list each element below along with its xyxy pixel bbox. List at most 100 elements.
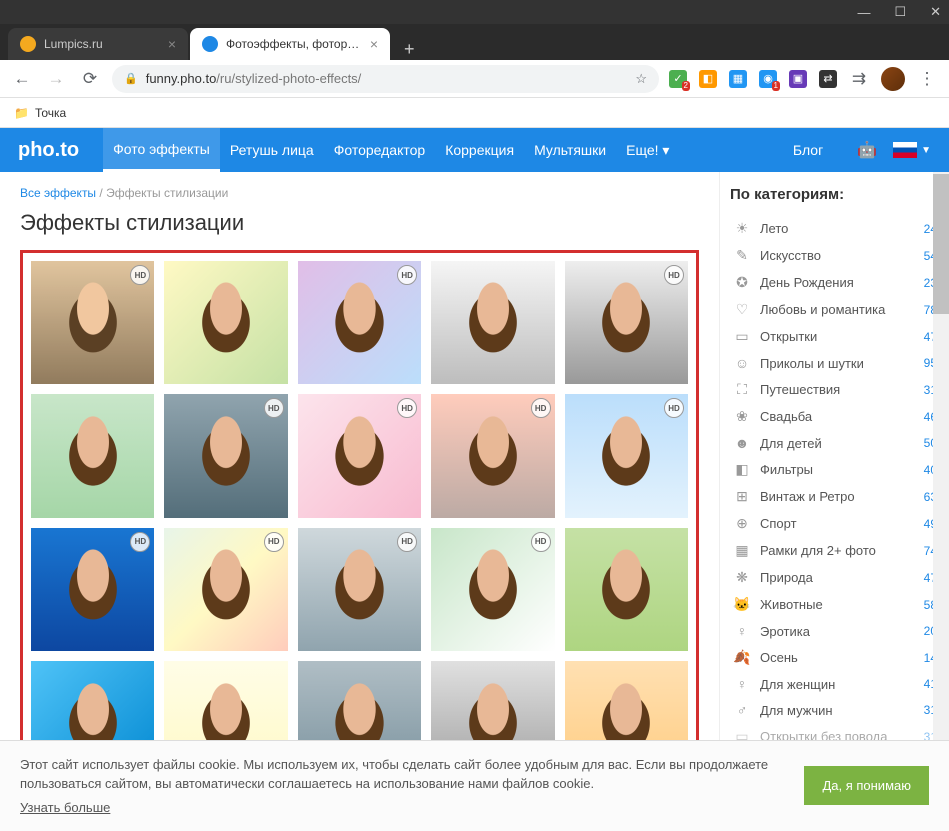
- nav-blog[interactable]: Блог: [783, 128, 833, 172]
- nav-more[interactable]: Еще! ▾: [616, 128, 679, 172]
- category-name: Для женщин: [760, 677, 924, 692]
- category-item[interactable]: ❋Природа47: [730, 564, 939, 591]
- menu-icon[interactable]: ⋮: [915, 69, 939, 89]
- category-item[interactable]: ☻Для детей50: [730, 430, 939, 456]
- category-item[interactable]: ✎Искусство54: [730, 242, 939, 269]
- effect-thumb-9[interactable]: HD: [565, 394, 688, 517]
- category-item[interactable]: ✪День Рождения23: [730, 269, 939, 296]
- minimize-button[interactable]: —: [857, 5, 870, 20]
- category-item[interactable]: ♀Эротика20: [730, 618, 939, 644]
- category-icon: ⛶: [732, 381, 752, 398]
- category-item[interactable]: ⊕Спорт49: [730, 510, 939, 537]
- nav-retouch[interactable]: Ретушь лица: [220, 128, 324, 172]
- category-item[interactable]: ❀Свадьба46: [730, 403, 939, 430]
- maximize-button[interactable]: ☐: [894, 4, 906, 20]
- effect-thumb-18[interactable]: [431, 661, 554, 741]
- extension-icon-0[interactable]: ✓2: [669, 70, 687, 88]
- effect-thumb-14[interactable]: [565, 528, 688, 651]
- url-path: /ru/stylized-photo-effects/: [216, 71, 361, 86]
- language-flag[interactable]: [893, 142, 917, 158]
- effects-gallery: HDHDHDHDHDHDHDHDHDHDHD: [20, 250, 699, 741]
- cookie-accept-button[interactable]: Да, я понимаю: [804, 766, 929, 805]
- category-item[interactable]: ♡Любовь и романтика78: [730, 296, 939, 323]
- category-name: Эротика: [760, 624, 924, 639]
- tab-close-icon[interactable]: ×: [370, 36, 378, 52]
- category-item[interactable]: ♀Для женщин41: [730, 671, 939, 697]
- effect-thumb-11[interactable]: HD: [164, 528, 287, 651]
- extension-icon-2[interactable]: ▦: [729, 70, 747, 88]
- effect-thumb-12[interactable]: HD: [298, 528, 421, 651]
- effect-thumb-17[interactable]: [298, 661, 421, 741]
- extension-icon-3[interactable]: ◉1: [759, 70, 777, 88]
- effect-thumb-4[interactable]: HD: [565, 261, 688, 384]
- category-item[interactable]: ▦Рамки для 2+ фото74: [730, 537, 939, 564]
- category-item[interactable]: ▭Открытки без повода31: [730, 723, 939, 741]
- nav-editor[interactable]: Фоторедактор: [324, 128, 436, 172]
- effect-thumb-1[interactable]: [164, 261, 287, 384]
- lock-icon: 🔒: [124, 72, 138, 85]
- vertical-scrollbar[interactable]: [933, 172, 949, 741]
- effect-thumb-8[interactable]: HD: [431, 394, 554, 517]
- new-tab-button[interactable]: +: [392, 39, 427, 60]
- effect-thumb-3[interactable]: [431, 261, 554, 384]
- category-icon: ⊞: [732, 488, 752, 505]
- hd-badge: HD: [264, 532, 284, 552]
- nav-correction[interactable]: Коррекция: [435, 128, 524, 172]
- settings-icon[interactable]: ⇉: [847, 69, 871, 89]
- site-logo[interactable]: pho.to: [18, 139, 79, 162]
- folder-icon: 📁: [14, 106, 29, 120]
- category-item[interactable]: ☺Приколы и шутки95: [730, 350, 939, 376]
- category-item[interactable]: 🐱Животные58: [730, 591, 939, 618]
- category-item[interactable]: ☀Лето24: [730, 215, 939, 242]
- cookie-text: Этот сайт использует файлы cookie. Мы ис…: [20, 757, 768, 792]
- effect-thumb-19[interactable]: [565, 661, 688, 741]
- extension-icon-5[interactable]: ⇄: [819, 70, 837, 88]
- breadcrumb-all-effects[interactable]: Все эффекты: [20, 186, 96, 200]
- extension-icon-1[interactable]: ◧: [699, 70, 717, 88]
- bookmark-star-icon[interactable]: ☆: [635, 71, 647, 87]
- scroll-thumb[interactable]: [933, 174, 949, 314]
- category-item[interactable]: ◧Фильтры40: [730, 456, 939, 483]
- forward-button[interactable]: →: [44, 69, 68, 89]
- tab-close-icon[interactable]: ×: [168, 36, 176, 52]
- extension-icon-4[interactable]: ▣: [789, 70, 807, 88]
- address-bar[interactable]: 🔒 funny.pho.to /ru/stylized-photo-effect…: [112, 65, 659, 93]
- browser-toolbar: ← → ⟳ 🔒 funny.pho.to /ru/stylized-photo-…: [0, 60, 949, 98]
- category-item[interactable]: ⛶Путешествия31: [730, 376, 939, 403]
- sidebar-title: По категориям:: [730, 186, 939, 203]
- effect-thumb-6[interactable]: HD: [164, 394, 287, 517]
- bookmark-item[interactable]: Точка: [35, 106, 66, 120]
- cookie-learn-more[interactable]: Узнать больше: [20, 798, 110, 818]
- effect-thumb-15[interactable]: [31, 661, 154, 741]
- categories-sidebar: По категориям: ☀Лето24✎Искусство54✪День …: [719, 172, 949, 741]
- effect-thumb-0[interactable]: HD: [31, 261, 154, 384]
- browser-tab-photo[interactable]: Фотоэффекты, фоторамки и фи ×: [190, 28, 390, 60]
- category-name: Приколы и шутки: [760, 356, 924, 371]
- effect-thumb-2[interactable]: HD: [298, 261, 421, 384]
- category-item[interactable]: 🍂Осень14: [730, 644, 939, 671]
- chevron-down-icon[interactable]: ▼: [921, 145, 931, 156]
- breadcrumb: Все эффекты / Эффекты стилизации: [20, 186, 699, 200]
- category-name: Природа: [760, 570, 924, 585]
- nav-cartoons[interactable]: Мультяшки: [524, 128, 616, 172]
- effect-thumb-16[interactable]: [164, 661, 287, 741]
- hd-badge: HD: [397, 532, 417, 552]
- nav-photo-effects[interactable]: Фото эффекты: [103, 128, 220, 172]
- reload-button[interactable]: ⟳: [78, 69, 102, 89]
- category-item[interactable]: ⊞Винтаж и Ретро63: [730, 483, 939, 510]
- effect-thumb-5[interactable]: [31, 394, 154, 517]
- category-item[interactable]: ♂Для мужчин31: [730, 697, 939, 723]
- close-button[interactable]: ✕: [930, 4, 941, 20]
- category-icon: ♂: [732, 702, 752, 718]
- back-button[interactable]: ←: [10, 69, 34, 89]
- effect-thumb-10[interactable]: HD: [31, 528, 154, 651]
- browser-tab-lumpics[interactable]: Lumpics.ru ×: [8, 28, 188, 60]
- effect-thumb-13[interactable]: HD: [431, 528, 554, 651]
- browser-tabbar: Lumpics.ru × Фотоэффекты, фоторамки и фи…: [0, 24, 949, 60]
- category-item[interactable]: ▭Открытки47: [730, 323, 939, 350]
- effect-thumb-7[interactable]: HD: [298, 394, 421, 517]
- category-icon: ❀: [732, 408, 752, 425]
- profile-avatar[interactable]: [881, 67, 905, 91]
- category-name: Осень: [760, 650, 924, 665]
- android-icon[interactable]: 🤖: [849, 140, 885, 160]
